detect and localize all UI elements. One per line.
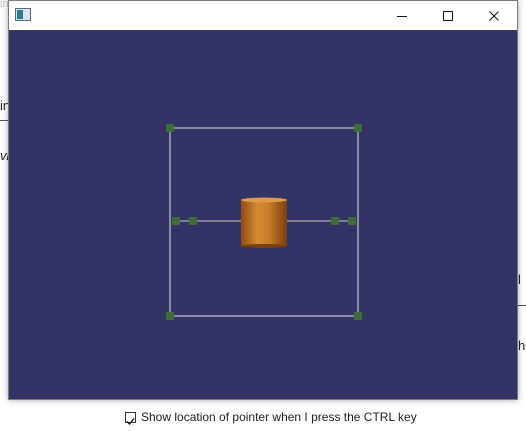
3d-viewport[interactable]: [9, 30, 517, 399]
check-icon: [126, 418, 135, 425]
app-window: [8, 0, 518, 400]
handle-left-inner[interactable]: [189, 217, 197, 225]
bg-fragment-4: he: [518, 338, 526, 353]
bg-divider-right: [518, 305, 526, 306]
close-icon: [489, 10, 499, 21]
handle-top-right[interactable]: [354, 124, 362, 132]
bg-checkbox-label: Show location of pointer when I press th…: [141, 410, 417, 424]
handle-left-outer[interactable]: [172, 217, 180, 225]
title-bar[interactable]: [9, 1, 517, 30]
app-icon[interactable]: [15, 8, 31, 21]
handle-bottom-left[interactable]: [166, 312, 174, 320]
bg-fragment-3: l: [518, 272, 521, 287]
cylinder-object[interactable]: [241, 197, 287, 249]
scene-canvas[interactable]: [9, 30, 517, 399]
handle-right-inner[interactable]: [331, 217, 339, 225]
handle-top-left[interactable]: [166, 124, 174, 132]
handle-right-outer[interactable]: [348, 217, 356, 225]
handle-bottom-right[interactable]: [354, 312, 362, 320]
bg-checkbox[interactable]: [125, 412, 136, 425]
maximize-button[interactable]: [425, 1, 471, 30]
minimize-icon: [397, 15, 407, 17]
close-button[interactable]: [471, 1, 517, 30]
minimize-button[interactable]: [379, 1, 425, 30]
maximize-icon: [443, 10, 453, 21]
bg-divider-left: [0, 120, 8, 121]
